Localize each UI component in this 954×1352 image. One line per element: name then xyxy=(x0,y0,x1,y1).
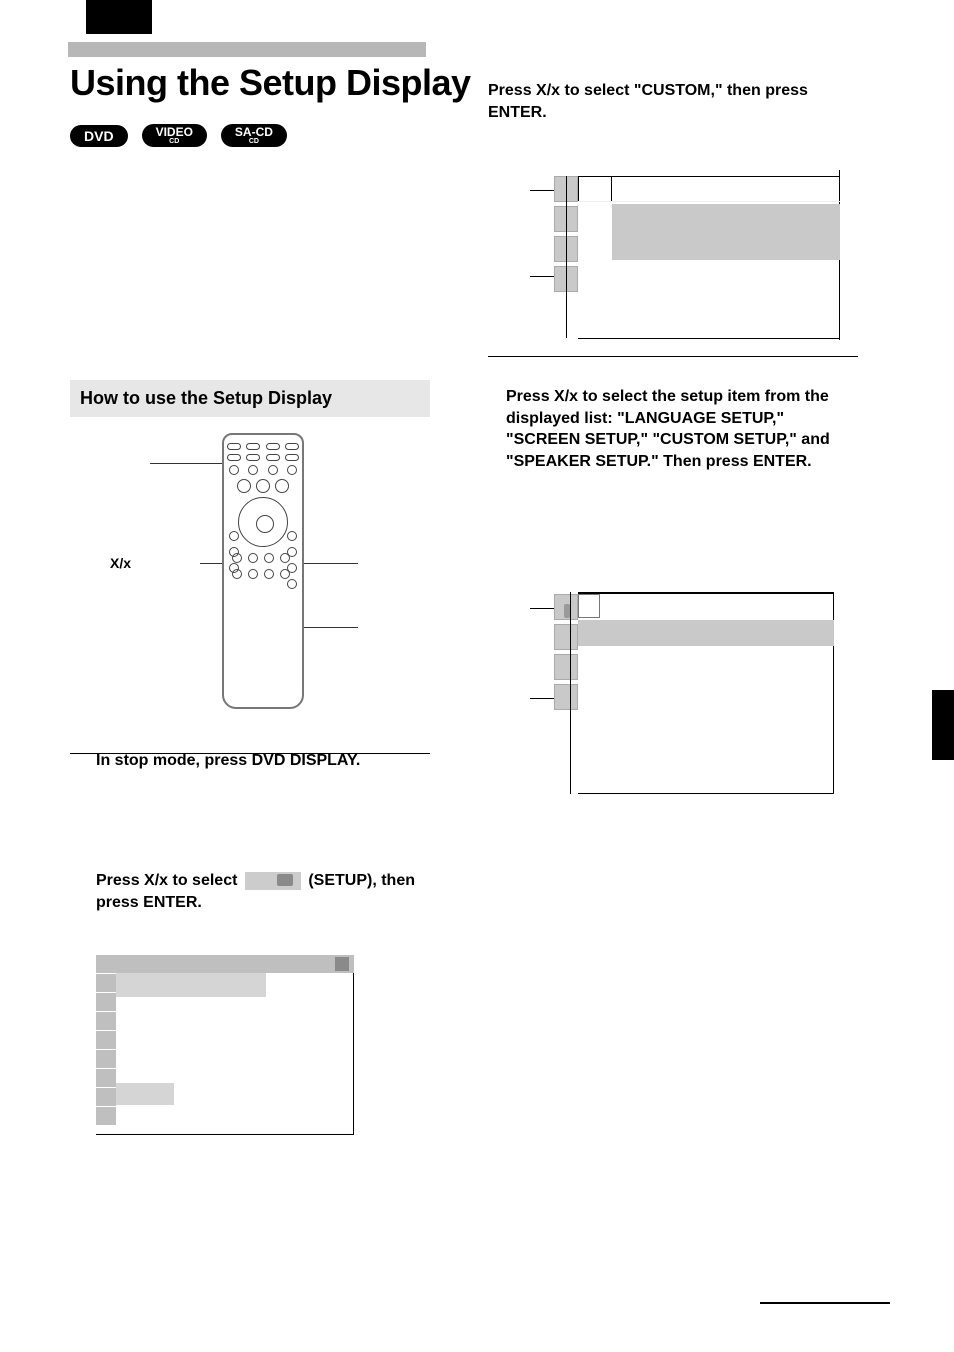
badge-video-cd-top: VIDEO xyxy=(156,126,193,138)
highlight-custom xyxy=(612,204,840,260)
step-1-text: In stop mode, press DVD DISPLAY. xyxy=(96,750,426,772)
right-column: Press X/x to select "CUSTOM," then press… xyxy=(488,80,858,123)
media-badges: DVD VIDEO CD SA-CD CD xyxy=(70,124,287,147)
arrows-icon: X/x xyxy=(144,872,168,889)
section-tab xyxy=(86,0,152,34)
badge-video-cd: VIDEO CD xyxy=(142,124,207,147)
badge-sacd: SA-CD CD xyxy=(221,124,287,147)
badge-dvd: DVD xyxy=(70,125,128,147)
setup-osd-custom xyxy=(530,170,840,340)
step-3-text: Press X/x to select "CUSTOM," then press… xyxy=(488,80,858,123)
page-edge-tab xyxy=(932,690,954,760)
setup-icon xyxy=(245,872,301,890)
divider xyxy=(488,356,858,357)
step-2-b: to select xyxy=(168,872,242,889)
remote-body xyxy=(222,433,304,709)
step-2-text: Press X/x to select (SETUP), then press … xyxy=(96,870,428,913)
title-accent-bar xyxy=(68,42,426,57)
badge-sacd-top: SA-CD xyxy=(235,126,273,138)
page-title: Using the Setup Display xyxy=(70,62,471,104)
callout-line xyxy=(200,563,222,564)
scrollbar-thumb-icon xyxy=(564,604,570,618)
highlight-row xyxy=(578,620,834,646)
subheading: How to use the Setup Display xyxy=(70,380,430,417)
remote-label-updown: X/x xyxy=(110,555,131,571)
setup-osd-language xyxy=(530,560,834,794)
footer-rule xyxy=(760,1302,890,1304)
badge-sacd-sub: CD xyxy=(249,138,259,145)
callout-line xyxy=(150,463,222,464)
remote-illustration: X/x xyxy=(70,433,430,733)
step-4-a: Press xyxy=(506,388,554,405)
control-menu-panel xyxy=(96,955,354,1135)
highlighted-setup-row xyxy=(116,1083,174,1105)
arrows-icon: X/x xyxy=(554,388,578,405)
panel-corner-icon xyxy=(335,957,349,971)
highlighted-menu-row xyxy=(116,973,266,997)
callout-line xyxy=(304,627,358,628)
badge-video-cd-sub: CD xyxy=(169,138,179,145)
remote-dpad xyxy=(238,497,288,547)
manual-page: Using the Setup Display DVD VIDEO CD SA-… xyxy=(0,0,954,1352)
callout-line xyxy=(304,563,358,564)
step-2-a: Press xyxy=(96,872,144,889)
left-column: How to use the Setup Display X/x xyxy=(70,380,430,754)
step-3-a: Press xyxy=(488,82,536,99)
arrows-icon: X/x xyxy=(536,82,560,99)
step-4-text: Press X/x to select the setup item from … xyxy=(506,386,856,472)
